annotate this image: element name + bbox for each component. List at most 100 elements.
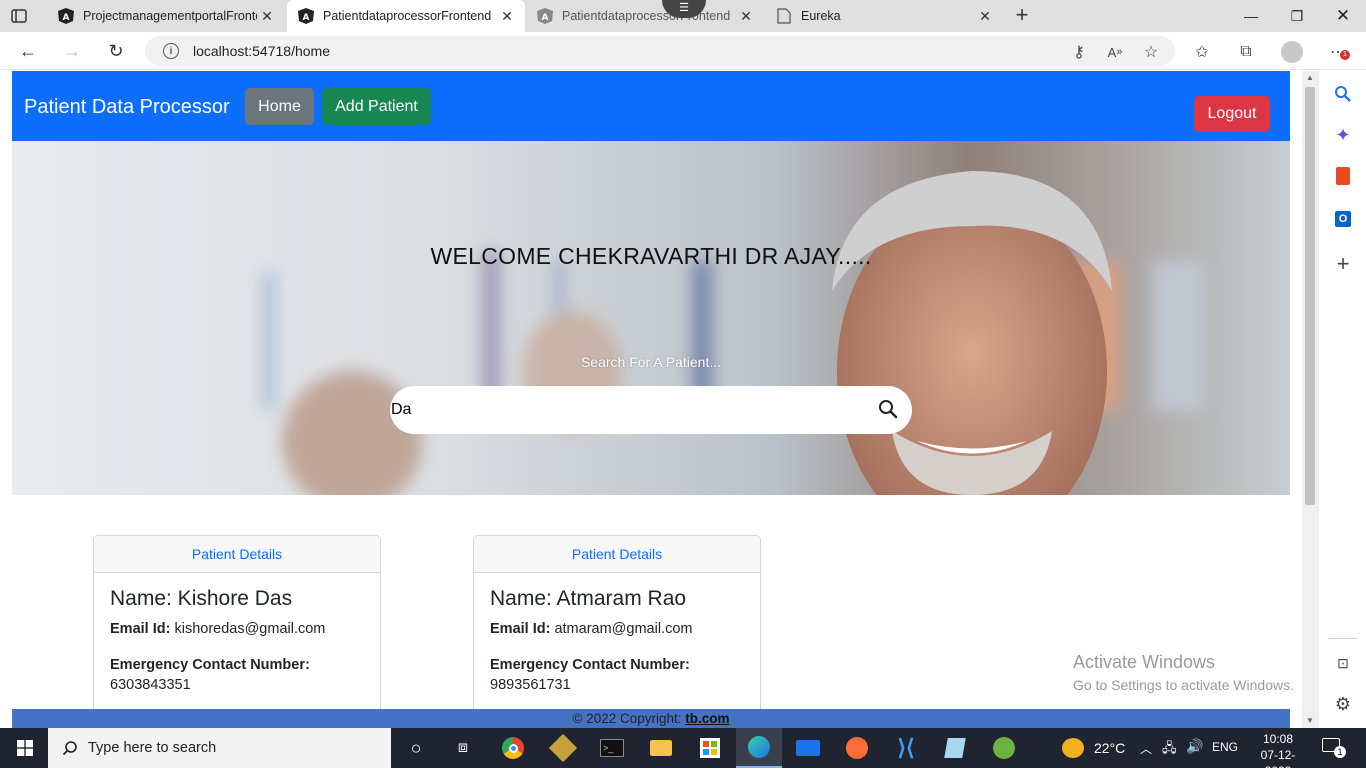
tab-label: PatientdataprocessorFrontend: [562, 9, 731, 23]
more-options-icon[interactable]: ⋯ 1: [1326, 40, 1350, 64]
taskbar-search-box[interactable]: Type here to search: [48, 728, 391, 768]
store-icon[interactable]: [687, 728, 733, 768]
edge-sidebar: ✦ O + ⊡ ⚙: [1318, 71, 1366, 728]
collections-icon[interactable]: ⧉: [1234, 40, 1258, 64]
close-icon[interactable]: ✕: [257, 8, 277, 25]
forward-icon[interactable]: →: [58, 38, 86, 64]
browser-tab-4[interactable]: Eureka ✕: [765, 0, 1003, 32]
back-icon[interactable]: ←: [14, 38, 42, 64]
svg-text:A: A: [63, 13, 70, 23]
weather-widget[interactable]: 22°C: [1062, 728, 1125, 768]
page-viewport: Patient Data Processor Home Add Patient …: [12, 71, 1290, 728]
email-value: atmaram@gmail.com: [554, 621, 693, 637]
notification-count: 1: [1334, 746, 1346, 758]
spring-tool-suite-icon[interactable]: [981, 728, 1027, 768]
outlook-icon[interactable]: O: [1319, 204, 1366, 234]
mail-icon[interactable]: [785, 728, 831, 768]
search-icon[interactable]: [1319, 79, 1366, 109]
git-client-icon[interactable]: [540, 728, 586, 768]
patient-card: Patient Details Name: Atmaram Rao Email …: [473, 535, 761, 728]
close-icon[interactable]: ✕: [975, 8, 995, 25]
home-button[interactable]: Home: [245, 88, 314, 125]
url-bar[interactable]: i localhost:54718/home: [145, 36, 1175, 66]
card-header: Patient Details: [474, 536, 760, 573]
footer-text: © 2022 Copyright:: [572, 711, 686, 726]
tab-label: ProjectmanagementportalFronte: [83, 9, 257, 23]
cortana-icon[interactable]: ○: [393, 728, 439, 768]
email-label: Email Id:: [110, 621, 171, 637]
search-label: Search For A Patient...: [580, 354, 722, 370]
network-icon[interactable]: 🖧: [1162, 739, 1177, 761]
patient-name: Name: Kishore Das: [110, 587, 293, 610]
scroll-up-arrow[interactable]: ▲: [1302, 71, 1318, 85]
url-text[interactable]: localhost:54718/home: [193, 43, 330, 59]
email-label: Email Id:: [490, 621, 551, 637]
tab-actions-icon[interactable]: [10, 7, 28, 25]
show-hidden-icons[interactable]: ︿: [1140, 740, 1152, 757]
page-icon: [776, 8, 792, 24]
taskbar-search-placeholder: Type here to search: [88, 740, 217, 756]
emergency-contact-value: 6303843351: [110, 677, 191, 693]
sparkle-icon[interactable]: ✦: [1319, 120, 1366, 150]
svg-text:A: A: [542, 13, 549, 23]
svg-text:A: A: [303, 13, 310, 23]
settings-icon[interactable]: ⚙: [1319, 689, 1366, 719]
chrome-icon[interactable]: [490, 728, 536, 768]
windows-start-icon[interactable]: [2, 728, 48, 768]
scroll-down-arrow[interactable]: ▼: [1302, 714, 1318, 728]
minimize-icon[interactable]: —: [1228, 0, 1274, 32]
browser-tab-2[interactable]: A PatientdataprocessorFrontend ✕: [287, 0, 525, 32]
task-view-icon[interactable]: ⧈: [440, 728, 486, 768]
card-header: Patient Details: [94, 536, 380, 573]
hide-sidebar-icon[interactable]: ⊡: [1319, 648, 1366, 678]
postman-icon[interactable]: [834, 728, 880, 768]
patient-search-input[interactable]: [391, 401, 878, 419]
favorites-icon[interactable]: ✩: [1190, 40, 1214, 64]
weather-icon: [1062, 738, 1084, 758]
read-aloud-icon[interactable]: A»: [1103, 40, 1127, 64]
clock[interactable]: 10:08 07-12-2022: [1256, 731, 1300, 779]
emergency-contact-label: Emergency Contact Number:: [110, 657, 310, 673]
profile-icon[interactable]: [1280, 40, 1304, 64]
clock-date: 07-12-2022: [1260, 748, 1296, 778]
notepad-icon[interactable]: [932, 728, 978, 768]
office-icon[interactable]: [1319, 161, 1366, 191]
tab-label: Eureka: [801, 9, 841, 23]
notification-center-icon[interactable]: 1: [1322, 738, 1346, 758]
close-icon[interactable]: ✕: [736, 8, 756, 25]
search-icon[interactable]: [878, 399, 900, 421]
browser-tab-3[interactable]: A PatientdataprocessorFrontend ✕: [526, 0, 764, 32]
logout-button[interactable]: Logout: [1194, 96, 1270, 132]
emergency-contact-label: Emergency Contact Number:: [490, 657, 690, 673]
vscode-icon[interactable]: ⟩⟨: [883, 728, 929, 768]
hero-banner: WELCOME CHEKRAVARTHI DR AJAY..... Search…: [12, 141, 1290, 495]
volume-icon[interactable]: 🔊: [1186, 738, 1203, 755]
scroll-thumb[interactable]: [1305, 87, 1315, 505]
page-footer: © 2022 Copyright: tb.com: [12, 709, 1290, 728]
clock-time: 10:08: [1262, 732, 1294, 746]
edge-icon[interactable]: [736, 728, 782, 768]
close-icon[interactable]: ✕: [497, 8, 517, 25]
terminal-icon[interactable]: >_: [589, 728, 635, 768]
file-explorer-icon[interactable]: [638, 728, 684, 768]
patient-search-box[interactable]: [390, 386, 912, 434]
browser-tab-strip: A ProjectmanagementportalFronte ✕ A Pati…: [0, 0, 1366, 32]
brand-title[interactable]: Patient Data Processor: [24, 96, 230, 119]
browser-tab-1[interactable]: A ProjectmanagementportalFronte ✕: [47, 0, 285, 32]
add-patient-button[interactable]: Add Patient: [322, 88, 431, 125]
refresh-icon[interactable]: ↻: [102, 38, 130, 64]
page-scrollbar[interactable]: ▲ ▼: [1302, 71, 1318, 728]
new-tab-icon[interactable]: +: [1010, 4, 1034, 28]
window-close-icon[interactable]: ✕: [1320, 0, 1366, 32]
restore-icon[interactable]: ❐: [1274, 0, 1320, 32]
angular-icon: A: [58, 8, 74, 24]
add-icon[interactable]: +: [1319, 249, 1366, 279]
patient-card: Patient Details Name: Kishore Das Email …: [93, 535, 381, 728]
add-favorite-icon[interactable]: ☆: [1139, 40, 1163, 64]
language-indicator[interactable]: ENG: [1212, 740, 1238, 754]
tab-label: PatientdataprocessorFrontend: [323, 9, 492, 23]
key-icon[interactable]: ⚷: [1067, 40, 1091, 64]
site-info-icon[interactable]: i: [163, 43, 179, 59]
footer-link[interactable]: tb.com: [685, 711, 729, 726]
angular-icon: A: [537, 8, 553, 24]
